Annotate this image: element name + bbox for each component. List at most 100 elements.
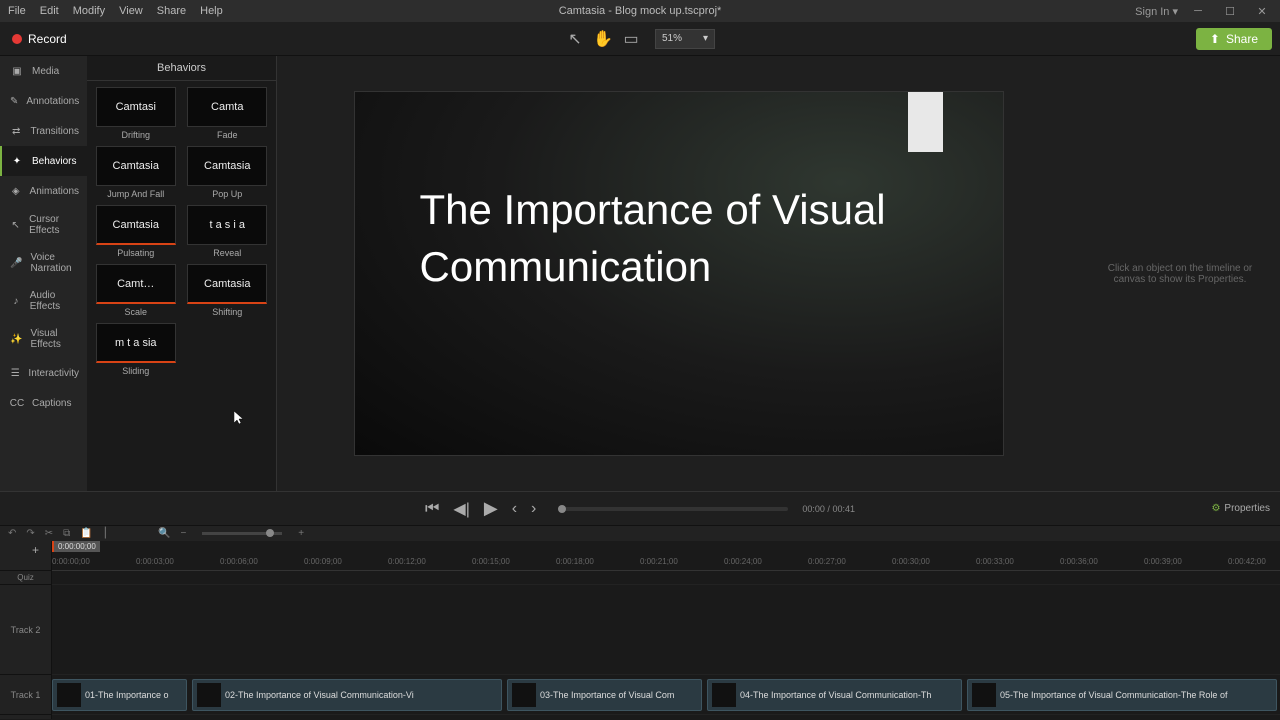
maximize-button[interactable]: ☐ <box>1218 5 1242 18</box>
clip-thumbnail <box>197 683 221 707</box>
canvas[interactable]: The Importance of Visual Communication <box>354 91 1004 456</box>
minimize-button[interactable]: ─ <box>1186 5 1210 17</box>
share-button[interactable]: ⬆ Share <box>1196 28 1272 50</box>
sidebar-tab-media[interactable]: ▣Media <box>0 56 87 86</box>
sidebar-tab-annotations[interactable]: ✎Annotations <box>0 86 87 116</box>
record-button[interactable]: Record <box>0 22 79 55</box>
visual-effects-icon: ✨ <box>10 332 22 346</box>
split-button[interactable]: ⎮ <box>103 528 108 539</box>
hand-tool[interactable]: ✋ <box>593 29 613 49</box>
sidebar-tab-captions[interactable]: CCCaptions <box>0 388 87 418</box>
crop-tool[interactable]: ▭ <box>621 29 641 49</box>
animations-icon: ◈ <box>10 184 22 198</box>
menu-view[interactable]: View <box>119 5 143 17</box>
cut-button[interactable]: ✂ <box>45 528 53 539</box>
behavior-pop-up[interactable]: CamtasiaPop Up <box>185 146 271 199</box>
sidebar-tab-cursor-effects[interactable]: ↖Cursor Effects <box>0 206 87 244</box>
ruler-tick: 0:00:03;00 <box>136 557 174 566</box>
behavior-fade[interactable]: CamtaFade <box>185 87 271 140</box>
audio-effects-icon: ♪ <box>10 294 22 308</box>
redo-button[interactable]: ↷ <box>26 528 34 539</box>
pointer-tool[interactable]: ↖ <box>565 29 585 49</box>
sidebar-tab-transitions[interactable]: ⇄Transitions <box>0 116 87 146</box>
upload-icon: ⬆ <box>1210 32 1220 46</box>
clip[interactable]: 03-The Importance of Visual Com <box>507 679 702 711</box>
playhead[interactable]: 0:00:00;00 <box>52 541 100 552</box>
zoom-minus[interactable]: − <box>180 528 186 539</box>
paste-button[interactable]: 📋 <box>80 528 92 539</box>
side-tabs: ▣Media✎Annotations⇄Transitions✦Behaviors… <box>0 56 87 491</box>
behavior-pulsating[interactable]: CamtasiaPulsating <box>93 205 179 258</box>
undo-button[interactable]: ↶ <box>8 528 16 539</box>
clip-label: 05-The Importance of Visual Communicatio… <box>1000 690 1227 700</box>
behavior-label: Jump And Fall <box>107 189 164 199</box>
quiz-track-label[interactable]: Quiz <box>0 571 51 585</box>
clip[interactable]: 04-The Importance of Visual Communicatio… <box>707 679 962 711</box>
slide-accent-box[interactable] <box>908 92 943 152</box>
menu-share[interactable]: Share <box>157 5 186 17</box>
behavior-reveal[interactable]: t a s i aReveal <box>185 205 271 258</box>
clip-label: 01-The Importance o <box>85 690 169 700</box>
add-track-button[interactable]: + <box>32 543 39 557</box>
clip-label: 02-The Importance of Visual Communicatio… <box>225 690 414 700</box>
track1-label[interactable]: Track 1 <box>0 675 51 715</box>
ruler-tick: 0:00:42;00 <box>1228 557 1266 566</box>
timeline-zoom-slider[interactable] <box>202 532 282 535</box>
behavior-label: Drifting <box>121 130 150 140</box>
panel-title: Behaviors <box>87 56 276 81</box>
canvas-area[interactable]: The Importance of Visual Communication <box>277 56 1080 491</box>
ruler-tick: 0:00:15;00 <box>472 557 510 566</box>
menu-modify[interactable]: Modify <box>73 5 105 17</box>
ruler-tick: 0:00:18;00 <box>556 557 594 566</box>
zoom-out-icon[interactable]: 🔍 <box>158 528 170 539</box>
signin-menu[interactable]: Sign In ▾ <box>1135 5 1178 18</box>
ruler-tick: 0:00:36;00 <box>1060 557 1098 566</box>
step-back-button[interactable]: ◀| <box>453 499 469 519</box>
track2-lane[interactable] <box>52 585 1280 675</box>
behavior-drifting[interactable]: Camtasi Drifting <box>93 87 179 140</box>
sidebar-tab-audio-effects[interactable]: ♪Audio Effects <box>0 282 87 320</box>
zoom-dropdown[interactable]: 51% ▾ <box>655 29 715 49</box>
close-button[interactable]: ✕ <box>1250 5 1274 18</box>
clip[interactable]: 05-The Importance of Visual Communicatio… <box>967 679 1277 711</box>
scrubber-handle[interactable] <box>558 505 566 513</box>
track1-lane[interactable]: 01-The Importance o 02-The Importance of … <box>52 675 1280 715</box>
scrubber[interactable] <box>558 507 788 511</box>
properties-panel: Click an object on the timeline or canva… <box>1080 56 1280 491</box>
sidebar-tab-behaviors[interactable]: ✦Behaviors <box>0 146 87 176</box>
toolbar: Record ↖ ✋ ▭ 51% ▾ ⬆ Share <box>0 22 1280 56</box>
clip[interactable]: 02-The Importance of Visual Communicatio… <box>192 679 502 711</box>
behavior-scale[interactable]: Camt…Scale <box>93 264 179 317</box>
step-fwd-button[interactable]: ‹ <box>512 500 517 518</box>
timeline-ruler[interactable]: 0:00:00;00 0:00:00;000:00:03;000:00:06;0… <box>52 541 1280 571</box>
menu-help[interactable]: Help <box>200 5 223 17</box>
play-button[interactable]: ▶ <box>484 498 498 519</box>
behavior-shifting[interactable]: CamtasiaShifting <box>185 264 271 317</box>
sidebar-tab-voice-narration[interactable]: 🎤Voice Narration <box>0 244 87 282</box>
slide-text[interactable]: The Importance of Visual Communication <box>420 182 1003 295</box>
behavior-preview: Camtasia <box>96 205 176 245</box>
behavior-sliding[interactable]: m t a siaSliding <box>93 323 179 376</box>
properties-toggle[interactable]: ⚙ Properties <box>1211 503 1270 514</box>
sidebar-tab-interactivity[interactable]: ☰Interactivity <box>0 358 87 388</box>
clip-thumbnail <box>712 683 736 707</box>
next-clip-button[interactable]: › <box>531 500 536 518</box>
quiz-lane[interactable] <box>52 571 1280 585</box>
clip-thumbnail <box>972 683 996 707</box>
sidebar-tab-visual-effects[interactable]: ✨Visual Effects <box>0 320 87 358</box>
sidebar-tab-animations[interactable]: ◈Animations <box>0 176 87 206</box>
track2-label[interactable]: Track 2 <box>0 585 51 675</box>
behavior-jump-and-fall[interactable]: Camtasia Jump And Fall <box>93 146 179 199</box>
prev-clip-button[interactable]: ⏮ <box>425 500 439 518</box>
behavior-preview: Camtasia <box>96 146 176 186</box>
canvas-tools: ↖ ✋ ▭ 51% ▾ <box>565 29 715 49</box>
menu-edit[interactable]: Edit <box>40 5 59 17</box>
properties-hint: Click an object on the timeline or canva… <box>1100 263 1260 285</box>
menu-file[interactable]: File <box>8 5 26 17</box>
zoom-slider-handle[interactable] <box>266 529 274 537</box>
behavior-preview: Camtasi <box>96 87 176 127</box>
zoom-plus[interactable]: + <box>298 528 304 539</box>
copy-button[interactable]: ⧉ <box>63 528 70 539</box>
clip[interactable]: 01-The Importance o <box>52 679 187 711</box>
clip-thumbnail <box>512 683 536 707</box>
